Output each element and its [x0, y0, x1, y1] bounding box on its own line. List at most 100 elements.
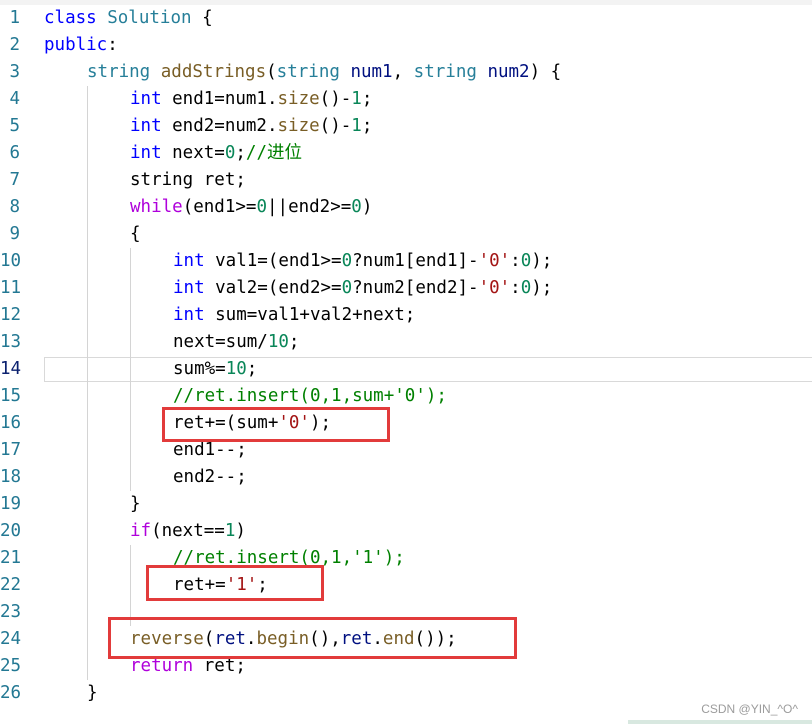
- indent-guide: [87, 221, 88, 248]
- code-line[interactable]: 19}: [0, 491, 812, 518]
- indent-guide: [130, 545, 131, 572]
- annotation-box-line-16: [162, 407, 390, 442]
- code-line[interactable]: 9{: [0, 221, 812, 248]
- code-line[interactable]: 17end1--;: [0, 437, 812, 464]
- code-line[interactable]: 15//ret.insert(0,1,sum+'0');: [0, 383, 812, 410]
- indent-guide: [87, 383, 88, 410]
- code-token: 0: [225, 143, 236, 163]
- code-token: size: [278, 116, 320, 136]
- code-token: num1: [350, 62, 392, 82]
- code-token: 10: [226, 359, 247, 379]
- code-line[interactable]: 11 int val2=(end2>=0?num2[end2]-'0':0);: [0, 275, 812, 302]
- code-line[interactable]: 22ret+='1';: [0, 572, 812, 599]
- code-token: string: [87, 62, 150, 82]
- line-number: 22: [0, 572, 20, 599]
- indent-guide: [87, 545, 88, 572]
- indent-guide: [87, 86, 88, 113]
- code-token: if: [130, 521, 151, 541]
- code-token: ,: [393, 62, 414, 82]
- code-token: ()-: [320, 89, 352, 109]
- indent-guide: [87, 248, 88, 275]
- code-token: ;: [362, 89, 373, 109]
- code-token: //进位: [246, 143, 302, 163]
- code-line[interactable]: 2public:: [0, 32, 812, 59]
- code-text: string ret;: [130, 167, 246, 194]
- indent-guide: [87, 113, 88, 140]
- indent-guide: [87, 356, 88, 383]
- indent-guide: [130, 302, 131, 329]
- code-token: [150, 62, 161, 82]
- indent-guide: [87, 437, 88, 464]
- code-line[interactable]: 8while(end1>=0||end2>=0): [0, 194, 812, 221]
- code-line[interactable]: 20if(next==1): [0, 518, 812, 545]
- code-token: );: [531, 278, 552, 298]
- code-token: ) {: [530, 62, 562, 82]
- code-line[interactable]: 12int sum=val1+val2+next;: [0, 302, 812, 329]
- code-line[interactable]: 21//ret.insert(0,1,'1');: [0, 545, 812, 572]
- indent-guide: [87, 599, 88, 626]
- line-number: 17: [0, 437, 20, 464]
- line-number: 12: [0, 302, 20, 329]
- code-token: ;: [235, 143, 246, 163]
- line-number: 11: [0, 275, 20, 302]
- code-text: int end2=num2.size()-1;: [130, 113, 372, 140]
- code-line[interactable]: 13next=sum/10;: [0, 329, 812, 356]
- indent-guide: [87, 491, 88, 518]
- code-token: int: [130, 143, 162, 163]
- annotation-box-line-22: [146, 565, 324, 601]
- code-token: [477, 62, 488, 82]
- code-token: end2=num2.: [162, 116, 278, 136]
- indent-guide: [87, 626, 88, 653]
- indent-guide: [87, 194, 88, 221]
- line-number: 3: [0, 59, 20, 86]
- code-token: {: [192, 8, 213, 28]
- indent-guide: [87, 302, 88, 329]
- code-token: (end1>=: [183, 197, 257, 217]
- code-token: 0: [256, 197, 267, 217]
- code-token: ;: [289, 332, 300, 352]
- code-token: sum%=: [173, 359, 226, 379]
- code-token: next=sum/: [173, 332, 268, 352]
- code-line[interactable]: 18end2--;: [0, 464, 812, 491]
- indent-guide: [87, 518, 88, 545]
- code-token: }: [87, 683, 98, 703]
- code-text: int val2=(end2>=0?num2[end2]-'0':0);: [173, 275, 552, 302]
- code-token: next=: [162, 143, 225, 163]
- code-line[interactable]: 16ret+=(sum+'0');: [0, 410, 812, 437]
- indent-guide: [87, 329, 88, 356]
- indent-guide: [130, 410, 131, 437]
- indent-guide: [87, 140, 88, 167]
- indent-guide: [87, 410, 88, 437]
- code-text: next=sum/10;: [173, 329, 299, 356]
- indent-guide: [130, 248, 131, 275]
- code-line[interactable]: 26}: [0, 680, 812, 707]
- line-number: 18: [0, 464, 20, 491]
- code-line[interactable]: 3string addStrings(string num1, string n…: [0, 59, 812, 86]
- code-line[interactable]: 4int end1=num1.size()-1;: [0, 86, 812, 113]
- code-token: '0': [479, 278, 511, 298]
- code-line[interactable]: 6int next=0;//进位: [0, 140, 812, 167]
- code-text: int next=0;//进位: [130, 140, 302, 167]
- line-number: 16: [0, 410, 20, 437]
- code-token: sum=val1+val2+next;: [205, 305, 416, 325]
- code-token: return: [130, 656, 193, 676]
- code-token: [97, 8, 108, 28]
- line-number: 10: [0, 248, 20, 275]
- code-token: 0: [342, 278, 353, 298]
- code-line[interactable]: 10int val1=(end1>=0?num1[end1]-'0':0);: [0, 248, 812, 275]
- code-line[interactable]: 14sum%=10;: [0, 356, 812, 383]
- code-text: //ret.insert(0,1,sum+'0');: [173, 383, 447, 410]
- line-number: 7: [0, 167, 20, 194]
- code-line[interactable]: 5int end2=num2.size()-1;: [0, 113, 812, 140]
- code-token: //ret.insert(0,1,sum+'0');: [173, 386, 447, 406]
- code-text: }: [130, 491, 141, 518]
- code-token: 0: [521, 278, 532, 298]
- code-token: int: [130, 89, 162, 109]
- line-number: 2: [0, 32, 20, 59]
- line-number: 14: [0, 356, 20, 383]
- code-line[interactable]: 1class Solution {: [0, 5, 812, 32]
- indent-guide: [87, 572, 88, 599]
- code-line[interactable]: 7 string ret;: [0, 167, 812, 194]
- indent-guide: [87, 653, 88, 680]
- code-token: ): [235, 521, 246, 541]
